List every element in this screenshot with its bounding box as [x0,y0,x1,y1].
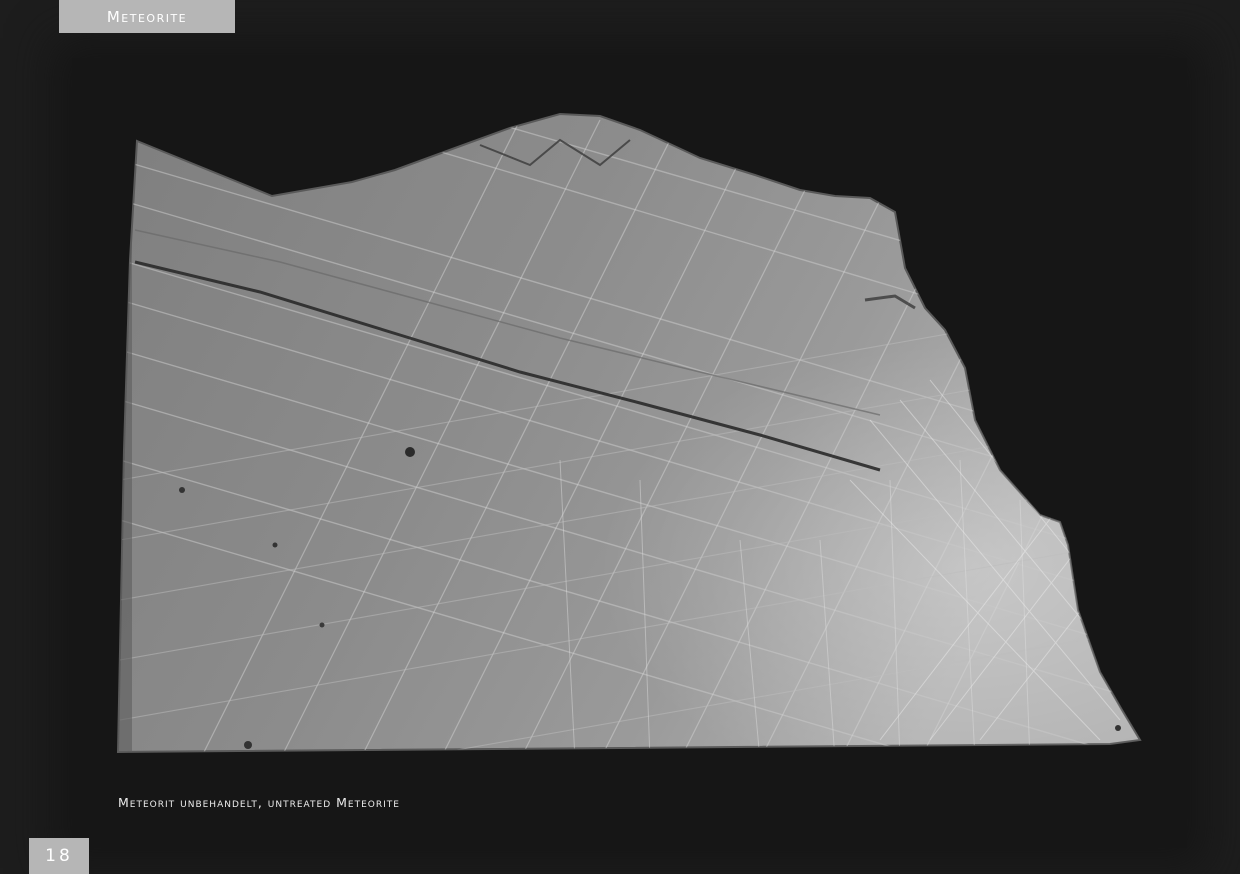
document-page: Meteorite Meteorit unbehandelt, untreate… [0,0,1240,874]
figure-caption: Meteorit unbehandelt, untreated Meteorit… [118,795,400,810]
meteorite-photo [116,112,1142,754]
page-number-tab: 18 [29,838,89,874]
page-number: 18 [45,846,73,866]
